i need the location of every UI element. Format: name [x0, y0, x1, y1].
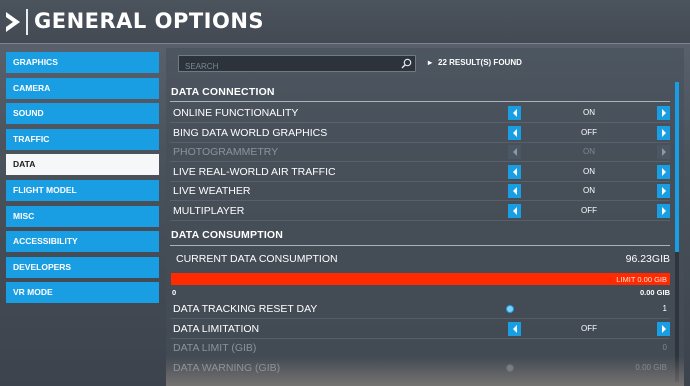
consumption-limit-text: LIMIT 0.00 GIB: [616, 275, 667, 284]
option-label: DATA TRACKING RESET DAY: [173, 303, 318, 315]
chevron-left-icon: [512, 187, 517, 195]
header: GENERAL OPTIONS: [0, 0, 690, 44]
option-value: ON: [583, 147, 595, 156]
consumption-bar-max: 0.00 GIB: [639, 288, 670, 297]
previous-value-button[interactable]: [508, 204, 521, 218]
next-value-button[interactable]: [657, 106, 670, 120]
option-label: MULTIPLAYER: [173, 205, 245, 217]
option-label: LIVE REAL-WORLD AIR TRAFFIC: [173, 166, 336, 178]
option-value: ON: [583, 108, 595, 117]
search-input[interactable]: [179, 59, 399, 74]
previous-value-button[interactable]: [508, 184, 521, 198]
option-label: DATA LIMITATION: [173, 323, 260, 335]
next-value-button[interactable]: [657, 184, 670, 198]
section-title-data-consumption: DATA CONSUMPTION: [171, 229, 284, 241]
option-row-bing-data-world-graphics: BING DATA WORLD GRAPHICS OFF: [170, 124, 670, 143]
option-row-data-warning: DATA WARNING (GIB) 0.00 GIB: [170, 359, 670, 378]
section-divider: [170, 101, 670, 102]
option-row-data-limit: DATA LIMIT (GIB) 0: [170, 339, 670, 358]
section-title-data-connection: DATA CONNECTION: [171, 86, 275, 98]
chevron-left-icon: [512, 207, 517, 215]
option-row-live-weather: LIVE WEATHER ON: [170, 182, 670, 201]
results-count: ▸ 22 RESULT(S) FOUND: [428, 58, 522, 67]
option-label: PHOTOGRAMMETRY: [173, 146, 279, 158]
chevron-right-icon[interactable]: [4, 10, 22, 34]
chevron-right-icon: [661, 129, 666, 137]
results-text: 22 RESULT(S) FOUND: [438, 58, 522, 67]
option-value: OFF: [581, 324, 597, 333]
chevron-right-icon: [661, 325, 666, 333]
chevron-right-icon: [661, 187, 666, 195]
chevron-left-icon: [512, 148, 517, 156]
search-icon[interactable]: [401, 58, 412, 69]
option-row-reset-day: DATA TRACKING RESET DAY 1: [170, 300, 670, 319]
sidebar-item-developers[interactable]: DEVELOPERS: [6, 256, 159, 278]
header-divider: [26, 9, 28, 35]
chevron-left-icon: [512, 325, 517, 333]
option-value: OFF: [581, 128, 597, 137]
current-consumption-value: 96.23GIB: [625, 253, 670, 265]
option-row-photogrammetry: PHOTOGRAMMETRY ON: [170, 143, 670, 162]
chevron-right-icon: [661, 168, 666, 176]
sidebar-item-flight-model[interactable]: FLIGHT MODEL: [6, 179, 159, 201]
option-row-online-functionality: ONLINE FUNCTIONALITY ON: [170, 104, 670, 123]
sidebar-item-vr-mode[interactable]: VR MODE: [6, 282, 159, 304]
previous-value-button[interactable]: [508, 165, 521, 179]
slider-value: 0.00 GIB: [635, 363, 667, 372]
slider-value: 1: [662, 304, 667, 313]
option-row-multiplayer: MULTIPLAYER OFF: [170, 202, 670, 221]
option-row-data-limitation: DATA LIMITATION OFF: [170, 320, 670, 339]
chevron-right-icon: [661, 148, 666, 156]
previous-value-button[interactable]: [508, 126, 521, 140]
next-value-button[interactable]: [657, 165, 670, 179]
consumption-bar-min: 0: [172, 288, 177, 297]
search-bar: [178, 55, 416, 74]
previous-value-button[interactable]: [508, 106, 521, 120]
option-value: OFF: [581, 206, 597, 215]
next-value-button[interactable]: [657, 126, 670, 140]
slider-value: 0: [662, 343, 667, 352]
slider-handle: [506, 364, 514, 372]
chevron-left-icon: [512, 129, 517, 137]
section-divider: [170, 245, 670, 246]
scrollbar-thumb[interactable]: [675, 82, 679, 252]
option-label: DATA LIMIT (GIB): [173, 342, 257, 354]
chevron-right-icon: [661, 109, 666, 117]
sidebar: GRAPHICS CAMERA SOUND TRAFFIC DATA FLIGH…: [6, 52, 159, 308]
next-value-button[interactable]: [657, 204, 670, 218]
current-consumption-label: CURRENT DATA CONSUMPTION: [176, 253, 338, 265]
next-value-button[interactable]: [657, 322, 670, 336]
previous-value-button[interactable]: [508, 322, 521, 336]
option-label: LIVE WEATHER: [173, 185, 251, 197]
option-label: DATA WARNING (GIB): [173, 362, 281, 374]
sidebar-item-misc[interactable]: MISC: [6, 205, 159, 227]
sidebar-item-graphics[interactable]: GRAPHICS: [6, 52, 159, 73]
sidebar-item-camera[interactable]: CAMERA: [6, 77, 159, 99]
option-label: BING DATA WORLD GRAPHICS: [173, 127, 328, 139]
chevron-right-icon: ▸: [428, 58, 433, 67]
sidebar-item-sound[interactable]: SOUND: [6, 103, 159, 125]
consumption-bar: LIMIT 0.00 GIB: [171, 273, 670, 285]
sidebar-item-data[interactable]: DATA: [6, 154, 159, 176]
slider-handle[interactable]: [506, 305, 514, 313]
chevron-right-icon: [661, 207, 666, 215]
sidebar-item-traffic[interactable]: TRAFFIC: [6, 128, 159, 150]
option-row-live-air-traffic: LIVE REAL-WORLD AIR TRAFFIC ON: [170, 163, 670, 182]
chevron-left-icon: [512, 168, 517, 176]
scrollbar[interactable]: [675, 82, 679, 382]
next-value-button: [657, 145, 670, 159]
option-label: ONLINE FUNCTIONALITY: [173, 107, 299, 119]
option-value: ON: [583, 186, 595, 195]
sidebar-item-accessibility[interactable]: ACCESSIBILITY: [6, 231, 159, 253]
page-title: GENERAL OPTIONS: [34, 9, 265, 33]
option-value: ON: [583, 167, 595, 176]
chevron-left-icon: [512, 109, 517, 117]
previous-value-button: [508, 145, 521, 159]
